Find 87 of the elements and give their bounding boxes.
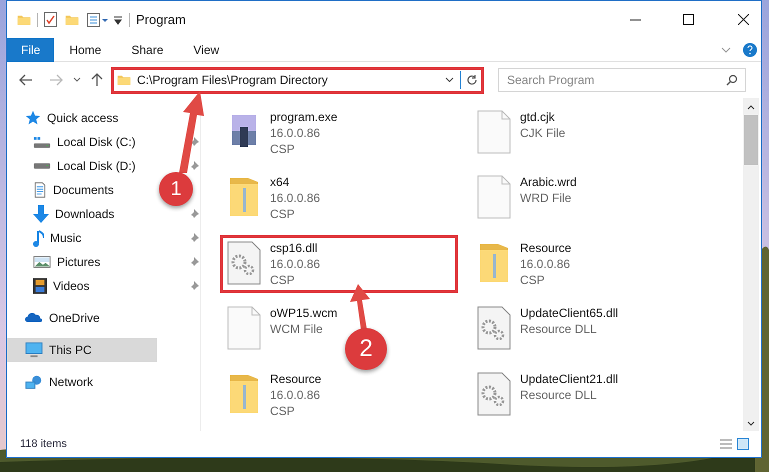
sidebar-item[interactable]: Downloads <box>7 202 157 226</box>
ribbon-tab[interactable]: File <box>7 38 54 62</box>
drive-icon <box>33 163 51 169</box>
sidebar-item[interactable]: Local Disk (D:) <box>7 154 157 178</box>
properties-icon[interactable] <box>87 12 109 26</box>
sidebar-item[interactable]: Quick access <box>7 106 157 130</box>
search-icon[interactable] <box>726 74 738 86</box>
file-name: oWP15.wcm <box>270 305 338 322</box>
file-icon <box>476 174 512 220</box>
file-name: Resource <box>270 370 322 387</box>
tiles-view-icon[interactable] <box>737 438 749 450</box>
pin-icon[interactable] <box>189 161 199 171</box>
file-name: program.exe <box>270 109 338 125</box>
sidebar-item[interactable]: Pictures <box>7 250 157 274</box>
cloud-icon <box>25 313 43 323</box>
drive-icon <box>33 136 51 148</box>
pin-icon[interactable] <box>189 209 199 219</box>
pin-icon[interactable] <box>189 137 199 147</box>
file-detail: 16.0.0.86 <box>270 190 320 206</box>
sidebar-item[interactable]: Videos <box>7 274 157 298</box>
dropdown-chevron-icon[interactable] <box>445 77 454 83</box>
download-arrow-icon <box>33 205 49 223</box>
details-view-icon[interactable] <box>719 438 733 450</box>
address-path: C:\Program Files\Program Directory <box>137 72 328 89</box>
file-detail: 16.0.0.86 <box>270 125 322 141</box>
window-title: Program <box>136 10 186 29</box>
film-icon <box>33 278 47 294</box>
file-icon <box>476 109 512 155</box>
pin-icon[interactable] <box>189 281 199 291</box>
checklist-icon[interactable] <box>44 12 57 27</box>
pin-icon[interactable] <box>189 257 199 267</box>
file-detail: 16.0.0.86 <box>270 256 320 272</box>
monitor-icon <box>25 342 43 358</box>
help-icon[interactable] <box>743 42 757 56</box>
file-detail: CSP <box>270 206 296 222</box>
file-name: UpdateClient65.dll <box>520 305 618 322</box>
scroll-thumb[interactable] <box>744 115 758 165</box>
sidebar-item[interactable]: Music <box>7 226 157 250</box>
scrollbar[interactable] <box>743 98 759 431</box>
close-icon[interactable] <box>738 14 749 25</box>
sidebar-item[interactable]: OneDrive <box>7 306 157 330</box>
file-detail: Resource DLL <box>520 386 598 403</box>
sidebar-item[interactable]: Documents <box>7 178 157 202</box>
file-name: x64 <box>270 174 290 190</box>
file-detail: 16.0.0.86 <box>270 386 322 403</box>
gear-file-icon <box>476 370 512 417</box>
file-detail: CSP <box>270 141 296 157</box>
document-icon <box>33 182 47 198</box>
dropdown-icon[interactable] <box>113 14 123 24</box>
back-arrow-icon[interactable] <box>19 74 33 86</box>
file-icon <box>226 305 262 352</box>
ribbon-tab[interactable]: Share <box>116 38 178 62</box>
file-detail: CSP <box>270 402 296 419</box>
pin-icon[interactable] <box>189 233 199 243</box>
refresh-icon[interactable] <box>466 74 478 86</box>
address-bar[interactable]: C:\Program Files\Program Directory <box>111 66 484 94</box>
file-detail: CSP <box>270 272 296 288</box>
ribbon-tab[interactable]: Home <box>54 38 116 62</box>
up-arrow-icon[interactable] <box>91 73 103 87</box>
gear-file-icon <box>476 305 512 352</box>
landscape-picture-icon <box>33 256 51 268</box>
item-count: 118 items <box>20 436 67 452</box>
music-note-icon <box>33 230 44 246</box>
file-name: csp16.dll <box>270 240 318 256</box>
sidebar-item[interactable]: This PC <box>7 338 157 362</box>
file-name: Arabic.wrd <box>520 174 577 190</box>
file-detail: WRD File <box>520 190 572 206</box>
star-icon <box>25 110 41 126</box>
file-detail: WCM File <box>270 321 324 338</box>
recent-chevron-icon[interactable] <box>73 77 81 83</box>
file-name: gtd.cjk <box>520 109 556 125</box>
sidebar-item[interactable]: Local Disk (C:) <box>7 130 157 154</box>
maximize-icon[interactable] <box>683 14 694 25</box>
file-detail: Resource DLL <box>520 321 598 338</box>
file-name: Resource <box>520 240 572 256</box>
chevron-icon[interactable] <box>721 46 731 54</box>
ribbon-tab[interactable]: View <box>178 38 234 62</box>
network-icon <box>25 374 43 390</box>
gear-file-icon <box>226 240 262 286</box>
file-name: UpdateClient21.dll <box>520 370 618 387</box>
search-field[interactable]: Search Program <box>498 68 746 92</box>
scroll-down-icon[interactable] <box>747 421 755 427</box>
file-detail: 16.0.0.86 <box>520 256 572 272</box>
sidebar-item[interactable]: Network <box>7 370 157 394</box>
scroll-up-icon[interactable] <box>747 104 755 110</box>
file-detail: CSP <box>520 272 546 288</box>
file-detail: CJK File <box>520 125 566 141</box>
